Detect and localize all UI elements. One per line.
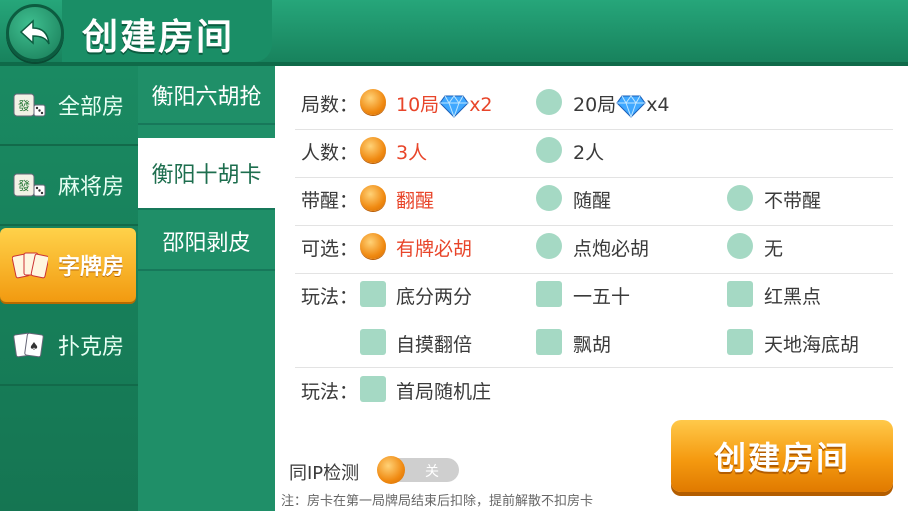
create-room-label: 创建房间 xyxy=(713,439,850,477)
option-players-2[interactable]: 2人 xyxy=(573,138,604,165)
nav-item-mahjong-rooms[interactable]: 發 麻将房 xyxy=(0,146,138,226)
option-xing-fan[interactable]: 翻醒 xyxy=(396,186,434,213)
nav-item-poker-rooms[interactable]: ♠ 扑克房 xyxy=(0,306,138,386)
divider xyxy=(295,129,893,130)
radio-xing-none[interactable] xyxy=(727,185,753,211)
ip-check-label: 同IP检测 xyxy=(289,463,360,484)
diamond-icon xyxy=(616,94,646,118)
play-label: 玩法： xyxy=(301,381,359,403)
divider xyxy=(295,367,893,368)
radio-optional-youpai[interactable] xyxy=(360,233,386,259)
play-label: 玩法： xyxy=(301,286,359,308)
back-arrow-icon xyxy=(19,19,50,45)
option-hongheidian[interactable]: 红黑点 xyxy=(764,282,821,309)
rules-panel: 局数： 10局 x2 20局 x4 人数： 3人 2人 带醒： 翻醒 随醒 不带醒 … xyxy=(275,66,908,511)
divider xyxy=(295,273,893,274)
checkbox-difen[interactable] xyxy=(360,281,386,307)
divider xyxy=(295,225,893,226)
nav-item-label: 字牌房 xyxy=(58,255,125,280)
svg-text:發: 發 xyxy=(18,98,30,113)
checkbox-yiwushi[interactable] xyxy=(536,281,562,307)
radio-xing-sui[interactable] xyxy=(536,185,562,211)
nav-item-label: 扑克房 xyxy=(58,335,125,360)
svg-text:♠: ♠ xyxy=(29,340,39,353)
option-xing-sui[interactable]: 随醒 xyxy=(573,186,611,213)
ip-check-toggle[interactable]: 关 xyxy=(377,456,459,484)
poker-cards-icon: ♠ xyxy=(13,332,44,358)
checkbox-tiandihaidi[interactable] xyxy=(727,329,753,355)
option-zimofanbei[interactable]: 自摸翻倍 xyxy=(396,330,472,357)
checkbox-zimofanbei[interactable] xyxy=(360,329,386,355)
room-card-note: 注：房卡在第一局牌局结束后扣除，提前解散不扣房卡 xyxy=(281,494,594,509)
checkbox-piaohu[interactable] xyxy=(536,329,562,355)
sub-item-shaoyang-bopi[interactable]: 邵阳剥皮 xyxy=(138,212,275,271)
radio-optional-none[interactable] xyxy=(727,233,753,259)
option-rounds-10[interactable]: 10局 x2 xyxy=(396,90,493,118)
nav-item-all-rooms[interactable]: 發 全部房 xyxy=(0,66,138,146)
option-text: 20局 xyxy=(573,94,617,116)
toggle-knob xyxy=(377,456,405,484)
toggle-state: 关 xyxy=(425,464,439,480)
option-tiandihaidi[interactable]: 天地海底胡 xyxy=(764,330,859,357)
nav-item-label: 麻将房 xyxy=(58,175,125,200)
xing-label: 带醒： xyxy=(301,190,359,212)
option-optional-dianpao[interactable]: 点炮必胡 xyxy=(573,234,649,261)
page-title: 创建房间 xyxy=(82,17,235,58)
radio-optional-dianpao[interactable] xyxy=(536,233,562,259)
option-difen[interactable]: 底分两分 xyxy=(396,282,472,309)
create-room-button[interactable]: 创建房间 xyxy=(671,420,893,492)
option-optional-none[interactable]: 无 xyxy=(764,234,783,261)
radio-players-3[interactable] xyxy=(360,137,386,163)
nav-item-zipai-rooms[interactable]: 字牌房 xyxy=(0,228,136,302)
divider xyxy=(295,177,893,178)
checkbox-shouju[interactable] xyxy=(360,376,386,402)
sub-nav: 衡阳六胡抢 衡阳十胡卡 邵阳剥皮 xyxy=(138,66,275,511)
sub-item-hengyang-liuhu[interactable]: 衡阳六胡抢 xyxy=(138,66,275,125)
option-suffix: x4 xyxy=(646,94,670,116)
checkbox-hongheidian[interactable] xyxy=(727,281,753,307)
radio-rounds-20[interactable] xyxy=(536,89,562,115)
mahjong-tile-icon: 發 xyxy=(13,173,46,197)
option-yiwushi[interactable]: 一五十 xyxy=(573,282,630,309)
option-text: 10局 xyxy=(396,94,440,116)
radio-xing-fan[interactable] xyxy=(360,185,386,211)
mahjong-tile-icon: 發 xyxy=(13,93,46,117)
radio-rounds-10[interactable] xyxy=(360,89,386,115)
radio-players-2[interactable] xyxy=(536,137,562,163)
option-players-3[interactable]: 3人 xyxy=(396,138,427,165)
sub-item-hengyang-shihu[interactable]: 衡阳十胡卡 xyxy=(138,138,275,210)
svg-text:發: 發 xyxy=(18,178,30,193)
option-shouju[interactable]: 首局随机庄 xyxy=(396,377,491,404)
zipai-cards-icon xyxy=(12,252,48,279)
option-xing-none[interactable]: 不带醒 xyxy=(764,186,821,213)
option-suffix: x2 xyxy=(469,94,493,116)
left-nav: 發 全部房 發 麻将房 字牌房 ♠ 扑克房 xyxy=(0,66,138,511)
players-label: 人数： xyxy=(301,142,359,164)
nav-item-label: 全部房 xyxy=(58,95,125,120)
optional-label: 可选： xyxy=(301,238,359,260)
back-button[interactable] xyxy=(6,4,64,62)
rounds-label: 局数： xyxy=(301,94,359,116)
option-rounds-20[interactable]: 20局 x4 xyxy=(573,90,670,118)
option-piaohu[interactable]: 飘胡 xyxy=(573,330,611,357)
option-optional-youpai[interactable]: 有牌必胡 xyxy=(396,234,472,261)
diamond-icon xyxy=(439,94,469,118)
